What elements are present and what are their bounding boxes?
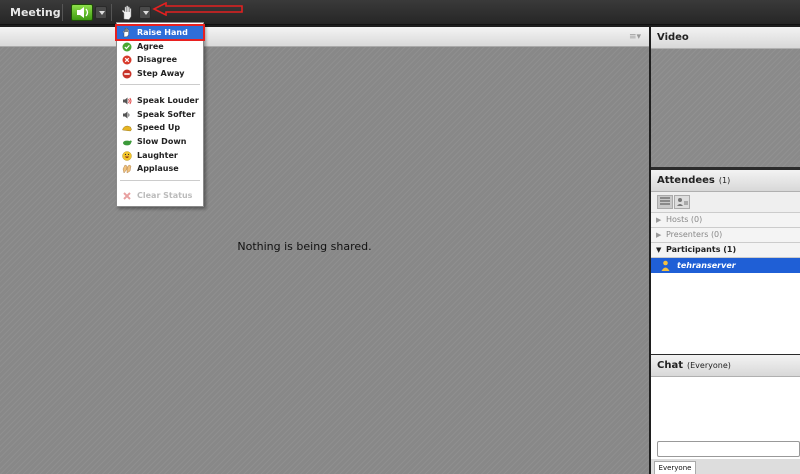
speak-softer-icon bbox=[123, 111, 130, 119]
menu-item-agree[interactable]: Agree bbox=[117, 40, 203, 53]
raise-hand-icon bbox=[121, 5, 132, 20]
status-view-icon[interactable] bbox=[674, 195, 690, 209]
attendee-group-hosts[interactable]: ▶ Hosts (0) bbox=[651, 213, 800, 228]
right-pod-column: Video Attendees (1) ▶ Hosts (0) ▶ Present… bbox=[651, 27, 800, 474]
raise-hand-icon bbox=[122, 28, 129, 38]
list-view-icon[interactable] bbox=[657, 195, 673, 209]
menu-divider bbox=[120, 84, 200, 85]
menu-item-step-away[interactable]: Step Away bbox=[117, 67, 203, 80]
attendees-pod-header: Attendees (1) bbox=[651, 170, 800, 192]
speed-up-icon bbox=[122, 125, 132, 132]
toolbar-divider bbox=[111, 4, 112, 21]
my-status-button[interactable] bbox=[119, 4, 137, 21]
attendee-group-presenters[interactable]: ▶ Presenters (0) bbox=[651, 228, 800, 243]
laughter-icon bbox=[122, 151, 132, 161]
chat-pod-header: Chat (Everyone) bbox=[651, 355, 800, 377]
collapse-arrow-icon: ▼ bbox=[656, 246, 662, 254]
video-pod: Video bbox=[651, 27, 800, 167]
agree-icon bbox=[122, 42, 132, 52]
slow-down-icon bbox=[123, 140, 132, 146]
expand-arrow-icon: ▶ bbox=[656, 216, 662, 224]
chat-pod: Chat (Everyone) Everyone bbox=[651, 355, 800, 474]
menu-item-disagree[interactable]: Disagree bbox=[117, 53, 203, 66]
pod-options-icon[interactable]: ≡▾ bbox=[629, 32, 641, 42]
speaker-options-dropdown[interactable] bbox=[95, 6, 107, 19]
chat-message-input[interactable] bbox=[657, 441, 800, 457]
share-empty-message: Nothing is being shared. bbox=[237, 240, 372, 253]
speak-louder-icon bbox=[123, 97, 132, 105]
speaker-icon bbox=[77, 7, 89, 18]
video-area bbox=[651, 49, 800, 167]
attendees-toolbar bbox=[651, 192, 800, 213]
disagree-icon bbox=[122, 55, 132, 65]
attendees-pod: Attendees (1) ▶ Hosts (0) ▶ Presenters (0… bbox=[651, 170, 800, 354]
menu-item-applause[interactable]: Applause bbox=[117, 162, 203, 175]
chat-title: Chat bbox=[657, 360, 683, 371]
my-status-menu: Raise Hand Agree Disagree Step Away Spea… bbox=[115, 22, 205, 207]
menu-item-clear-status[interactable]: Clear Status bbox=[117, 189, 203, 202]
attendee-group-participants[interactable]: ▼ Participants (1) bbox=[651, 243, 800, 258]
menu-item-speak-louder[interactable]: Speak Louder bbox=[117, 94, 203, 107]
attendees-title: Attendees bbox=[657, 175, 715, 186]
toolbar-divider bbox=[62, 4, 63, 21]
share-pod-header: ≡▾ bbox=[0, 27, 649, 47]
meeting-menu[interactable]: Meeting bbox=[10, 6, 61, 19]
expand-arrow-icon: ▶ bbox=[656, 231, 662, 239]
step-away-icon bbox=[122, 69, 132, 79]
applause-icon bbox=[122, 164, 132, 174]
menu-divider bbox=[120, 180, 200, 181]
menu-item-slow-down[interactable]: Slow Down bbox=[117, 135, 203, 148]
menu-item-laughter[interactable]: Laughter bbox=[117, 149, 203, 162]
menu-item-speed-up[interactable]: Speed Up bbox=[117, 121, 203, 134]
share-pod: ≡▾ Nothing is being shared. bbox=[0, 27, 649, 474]
video-pod-title: Video bbox=[651, 27, 800, 49]
user-raise-hand-icon bbox=[661, 260, 670, 271]
attendee-row[interactable]: tehranserver bbox=[651, 258, 800, 273]
attendees-count: (1) bbox=[718, 176, 731, 185]
chat-audience: (Everyone) bbox=[687, 361, 731, 370]
my-status-dropdown[interactable] bbox=[139, 6, 151, 19]
menu-item-speak-softer[interactable]: Speak Softer bbox=[117, 108, 203, 121]
clear-status-icon bbox=[123, 192, 131, 200]
speaker-toggle-button[interactable] bbox=[71, 4, 93, 21]
red-arrow-annotation bbox=[152, 2, 243, 16]
chat-tab-everyone[interactable]: Everyone bbox=[654, 461, 696, 474]
menu-item-raise-hand[interactable]: Raise Hand bbox=[115, 24, 205, 41]
